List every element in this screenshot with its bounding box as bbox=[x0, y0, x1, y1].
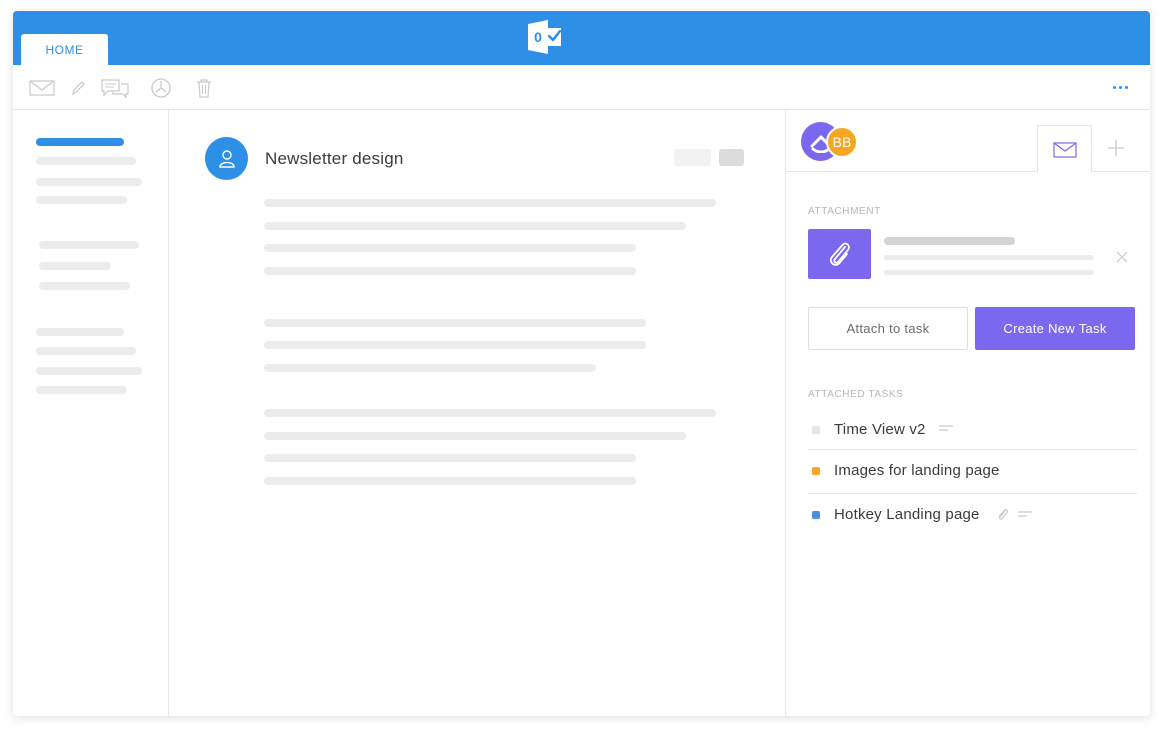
email-action-pill[interactable] bbox=[719, 149, 744, 166]
email-body-line bbox=[264, 432, 686, 440]
email-body-line bbox=[264, 244, 636, 252]
task-status-dot bbox=[812, 426, 820, 434]
email-body-line bbox=[264, 409, 716, 417]
task-addin-panel: BB ATTACHMENT Attach to task Create New … bbox=[786, 110, 1150, 716]
user-icon bbox=[218, 149, 235, 168]
sidebar-item[interactable] bbox=[36, 328, 124, 336]
sender-avatar bbox=[205, 137, 248, 180]
task-item[interactable]: Hotkey Landing page bbox=[808, 494, 1137, 538]
email-body-line bbox=[264, 267, 636, 275]
email-body-line bbox=[264, 319, 646, 327]
task-status-dot bbox=[812, 511, 820, 519]
sidebar-item[interactable] bbox=[36, 157, 136, 165]
email-action-pill[interactable] bbox=[674, 149, 711, 166]
description-icon bbox=[939, 425, 953, 431]
email-subject: Newsletter design bbox=[265, 149, 404, 168]
user-avatar[interactable]: BB bbox=[826, 126, 858, 158]
tab-home[interactable]: HOME bbox=[21, 34, 108, 65]
email-body-line bbox=[264, 199, 716, 207]
envelope-icon bbox=[1052, 141, 1077, 158]
sidebar-item-active[interactable] bbox=[36, 138, 124, 146]
task-name: Hotkey Landing page bbox=[834, 506, 980, 523]
sidebar-item[interactable] bbox=[36, 178, 142, 186]
attach-to-task-button[interactable]: Attach to task bbox=[808, 307, 968, 350]
sidebar-item[interactable] bbox=[39, 241, 139, 249]
email-reading-pane: Newsletter design bbox=[169, 110, 786, 716]
more-icon[interactable] bbox=[1113, 86, 1128, 89]
trash-icon[interactable] bbox=[189, 77, 219, 99]
attached-tasks-label: ATTACHED TASKS bbox=[808, 389, 904, 400]
toolbar bbox=[13, 65, 1150, 110]
task-item[interactable]: Images for landing page bbox=[808, 450, 1137, 494]
attachment-label: ATTACHMENT bbox=[808, 206, 881, 217]
task-name: Images for landing page bbox=[834, 462, 1000, 479]
attachment-meta-placeholder bbox=[884, 270, 1094, 275]
paperclip-icon bbox=[829, 242, 850, 266]
email-body-line bbox=[264, 477, 636, 485]
panel-header: BB bbox=[786, 110, 1150, 173]
chat-icon[interactable] bbox=[100, 77, 130, 99]
sidebar-item[interactable] bbox=[36, 367, 142, 375]
email-body-line bbox=[264, 364, 596, 372]
plus-icon bbox=[1108, 140, 1124, 156]
close-icon[interactable] bbox=[1115, 250, 1129, 264]
outlook-window: HOME 0 Newsletter design BB ATTACHMENT A… bbox=[13, 11, 1150, 716]
pie-chart-icon[interactable] bbox=[146, 77, 176, 99]
task-item[interactable]: Time View v2 bbox=[808, 406, 1137, 450]
sidebar-item[interactable] bbox=[36, 347, 136, 355]
create-new-task-button[interactable]: Create New Task bbox=[975, 307, 1135, 350]
email-body-line bbox=[264, 222, 686, 230]
folder-sidebar bbox=[13, 110, 169, 716]
paperclip-icon bbox=[998, 509, 1009, 520]
email-body-line bbox=[264, 454, 636, 462]
task-status-dot bbox=[812, 467, 820, 475]
description-icon bbox=[1018, 511, 1032, 517]
attachment-thumbnail[interactable] bbox=[808, 229, 871, 279]
outlook-logo-letter: 0 bbox=[534, 29, 542, 45]
title-bar: HOME 0 bbox=[13, 11, 1150, 65]
sidebar-item[interactable] bbox=[36, 196, 127, 204]
add-tab-button[interactable] bbox=[1104, 136, 1128, 160]
task-name: Time View v2 bbox=[834, 421, 926, 438]
outlook-logo-icon: 0 bbox=[528, 20, 562, 54]
pencil-icon[interactable] bbox=[63, 77, 93, 99]
tab-mail[interactable] bbox=[1037, 125, 1092, 173]
sidebar-item[interactable] bbox=[39, 262, 111, 270]
sidebar-item[interactable] bbox=[36, 386, 127, 394]
attachment-filename-placeholder bbox=[884, 237, 1015, 245]
mail-icon[interactable] bbox=[27, 77, 57, 99]
email-body-line bbox=[264, 341, 646, 349]
sidebar-item[interactable] bbox=[39, 282, 130, 290]
attachment-meta-placeholder bbox=[884, 255, 1094, 260]
